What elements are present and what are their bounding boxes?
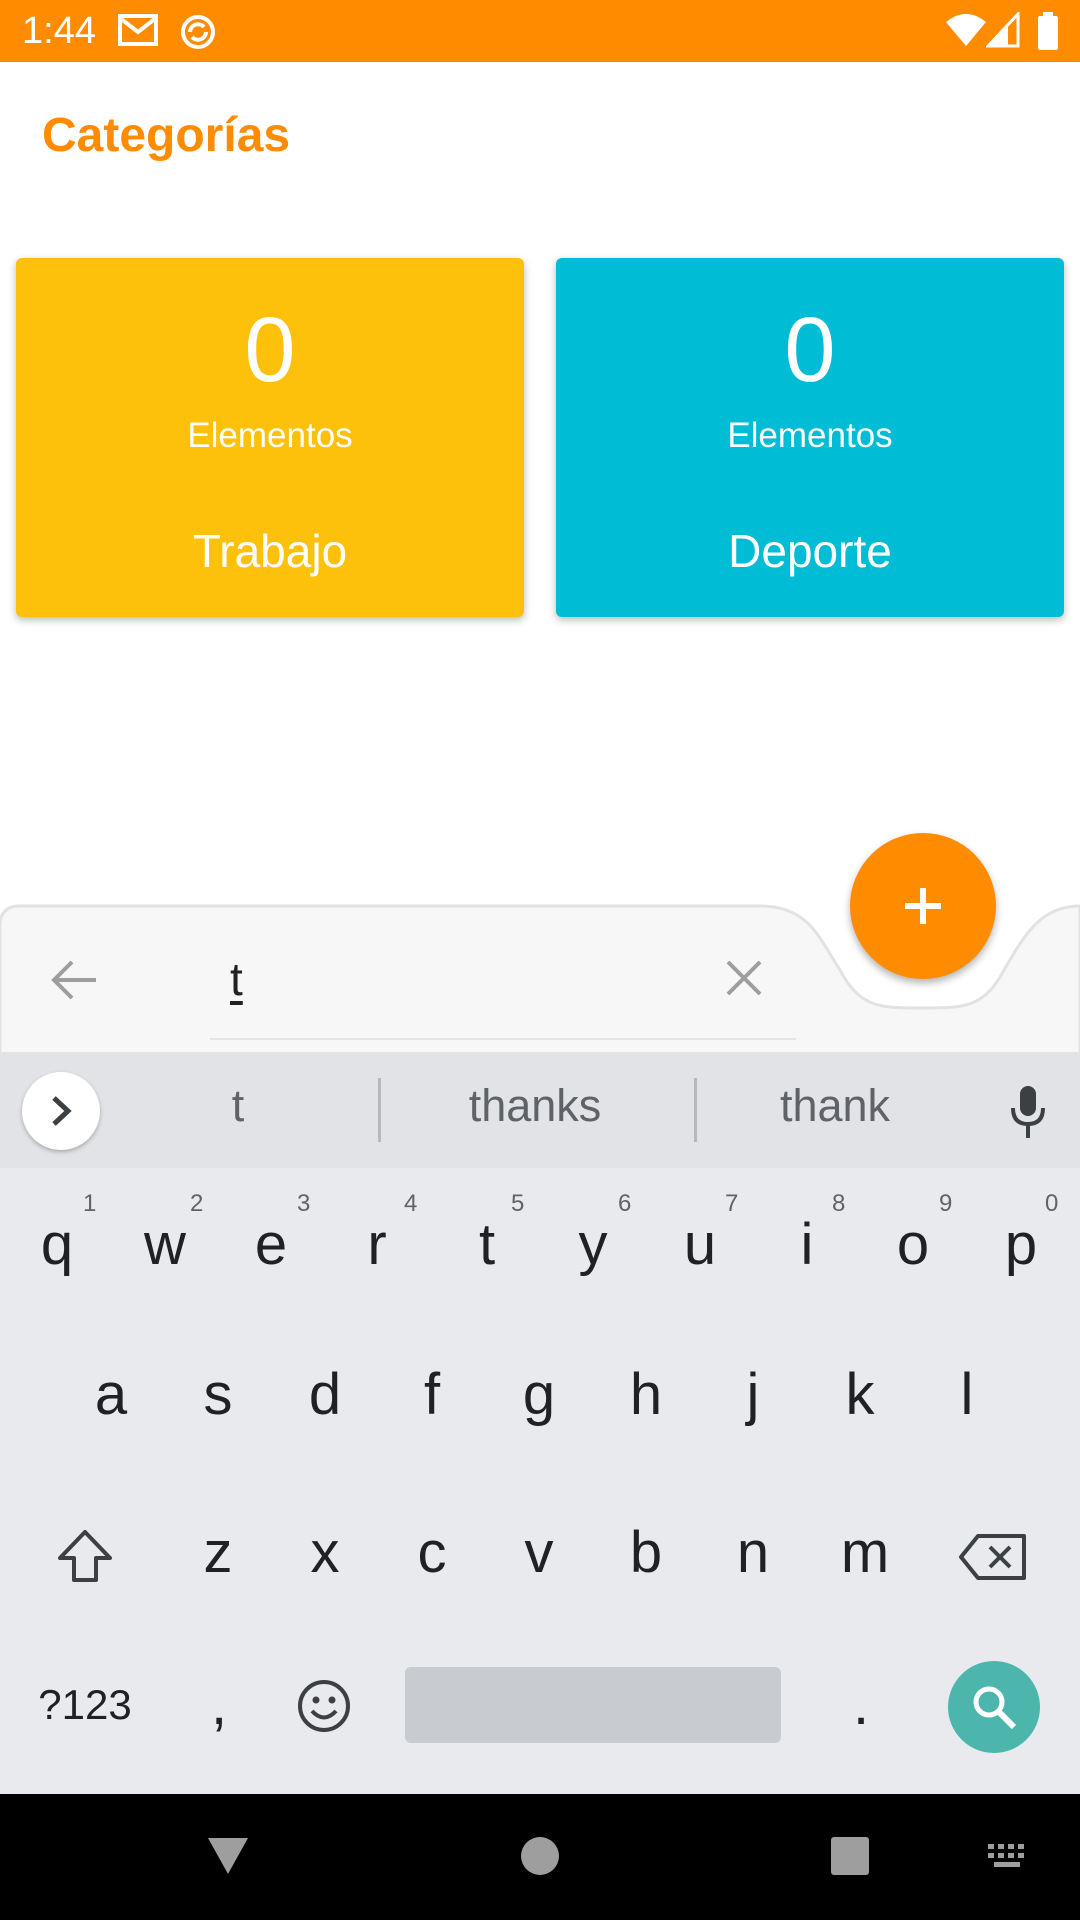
key-i[interactable]: i	[772, 1210, 842, 1280]
spacebar[interactable]	[405, 1667, 781, 1743]
key-n[interactable]: n	[718, 1518, 788, 1588]
backspace-icon[interactable]	[958, 1532, 1028, 1582]
plus-icon	[905, 888, 941, 924]
key-hint: 0	[1045, 1190, 1059, 1217]
category-unit: Elementos	[727, 416, 893, 455]
key-g[interactable]: g	[504, 1360, 574, 1430]
key-hint: 4	[404, 1190, 418, 1217]
key-u[interactable]: u	[665, 1210, 735, 1280]
key-o[interactable]: o	[878, 1210, 948, 1280]
status-bar: 1:44	[0, 0, 1080, 62]
gmail-icon	[118, 14, 158, 46]
key-z[interactable]: z	[183, 1518, 253, 1588]
sync-icon	[181, 15, 215, 49]
category-name: Deporte	[728, 525, 892, 577]
suggestion-bar: t thanks thank	[0, 1052, 1080, 1168]
key-l[interactable]: l	[932, 1360, 1002, 1430]
microphone-icon[interactable]	[1008, 1084, 1048, 1140]
key-hint: 7	[725, 1190, 739, 1217]
category-count: 0	[244, 299, 296, 401]
soft-keyboard: t thanks thank q w e r t y u i o p 1 2 3…	[0, 1052, 1080, 1794]
key-r[interactable]: r	[342, 1210, 412, 1280]
key-comma[interactable]: ,	[184, 1670, 254, 1740]
key-t[interactable]: t	[452, 1210, 522, 1280]
search-input[interactable]: t	[230, 952, 243, 1006]
key-s[interactable]: s	[183, 1360, 253, 1430]
search-icon	[973, 1686, 1017, 1730]
key-h[interactable]: h	[611, 1360, 681, 1430]
navigation-bar	[0, 1794, 1080, 1920]
key-f[interactable]: f	[397, 1360, 467, 1430]
status-time: 1:44	[22, 10, 96, 52]
home-nav-icon[interactable]	[520, 1836, 560, 1876]
signal-icon	[986, 12, 1020, 48]
expand-toolbar-button[interactable]	[22, 1072, 100, 1150]
category-count: 0	[784, 299, 836, 401]
key-b[interactable]: b	[611, 1518, 681, 1588]
key-p[interactable]: p	[986, 1210, 1056, 1280]
key-hint: 5	[511, 1190, 525, 1217]
recents-nav-icon[interactable]	[830, 1836, 870, 1876]
key-hint: 1	[83, 1190, 97, 1217]
key-c[interactable]: c	[397, 1518, 467, 1588]
add-category-button[interactable]	[850, 833, 996, 979]
search-action-button[interactable]	[948, 1661, 1040, 1753]
key-hint: 3	[297, 1190, 311, 1217]
key-v[interactable]: v	[504, 1518, 574, 1588]
key-hint: 2	[190, 1190, 204, 1217]
key-y[interactable]: y	[558, 1210, 628, 1280]
wifi-icon	[946, 14, 986, 46]
key-period[interactable]: .	[826, 1670, 896, 1740]
keyboard-switch-icon[interactable]	[986, 1842, 1030, 1870]
symbols-key[interactable]: ?123	[20, 1670, 150, 1740]
key-j[interactable]: j	[718, 1360, 788, 1430]
key-hint: 9	[939, 1190, 953, 1217]
key-q[interactable]: q	[22, 1210, 92, 1280]
battery-icon	[1038, 12, 1058, 50]
key-e[interactable]: e	[236, 1210, 306, 1280]
shift-icon[interactable]	[56, 1528, 114, 1584]
key-k[interactable]: k	[825, 1360, 895, 1430]
category-name: Trabajo	[192, 525, 348, 577]
close-icon[interactable]	[724, 958, 764, 998]
category-card-deporte[interactable]: 0 Elementos Deporte	[556, 258, 1064, 617]
key-hint: 8	[832, 1190, 846, 1217]
suggestion-divider	[378, 1078, 381, 1142]
key-w[interactable]: w	[130, 1210, 200, 1280]
suggestion-item[interactable]: t	[178, 1080, 298, 1132]
key-hint: 6	[618, 1190, 632, 1217]
suggestion-item[interactable]: thank	[720, 1080, 950, 1132]
category-card-trabajo[interactable]: 0 Elementos Trabajo	[16, 258, 524, 617]
key-m[interactable]: m	[825, 1518, 905, 1588]
arrow-left-icon[interactable]	[50, 958, 98, 1002]
chevron-right-icon	[52, 1096, 72, 1126]
suggestion-divider	[694, 1078, 697, 1142]
emoji-icon[interactable]	[296, 1678, 352, 1734]
suggestion-item[interactable]: thanks	[420, 1080, 650, 1132]
key-a[interactable]: a	[76, 1360, 146, 1430]
page-title: Categorías	[42, 109, 291, 162]
key-d[interactable]: d	[290, 1360, 360, 1430]
search-underline	[210, 1038, 796, 1040]
key-x[interactable]: x	[290, 1518, 360, 1588]
category-unit: Elementos	[187, 416, 353, 455]
back-nav-icon[interactable]	[206, 1836, 250, 1876]
